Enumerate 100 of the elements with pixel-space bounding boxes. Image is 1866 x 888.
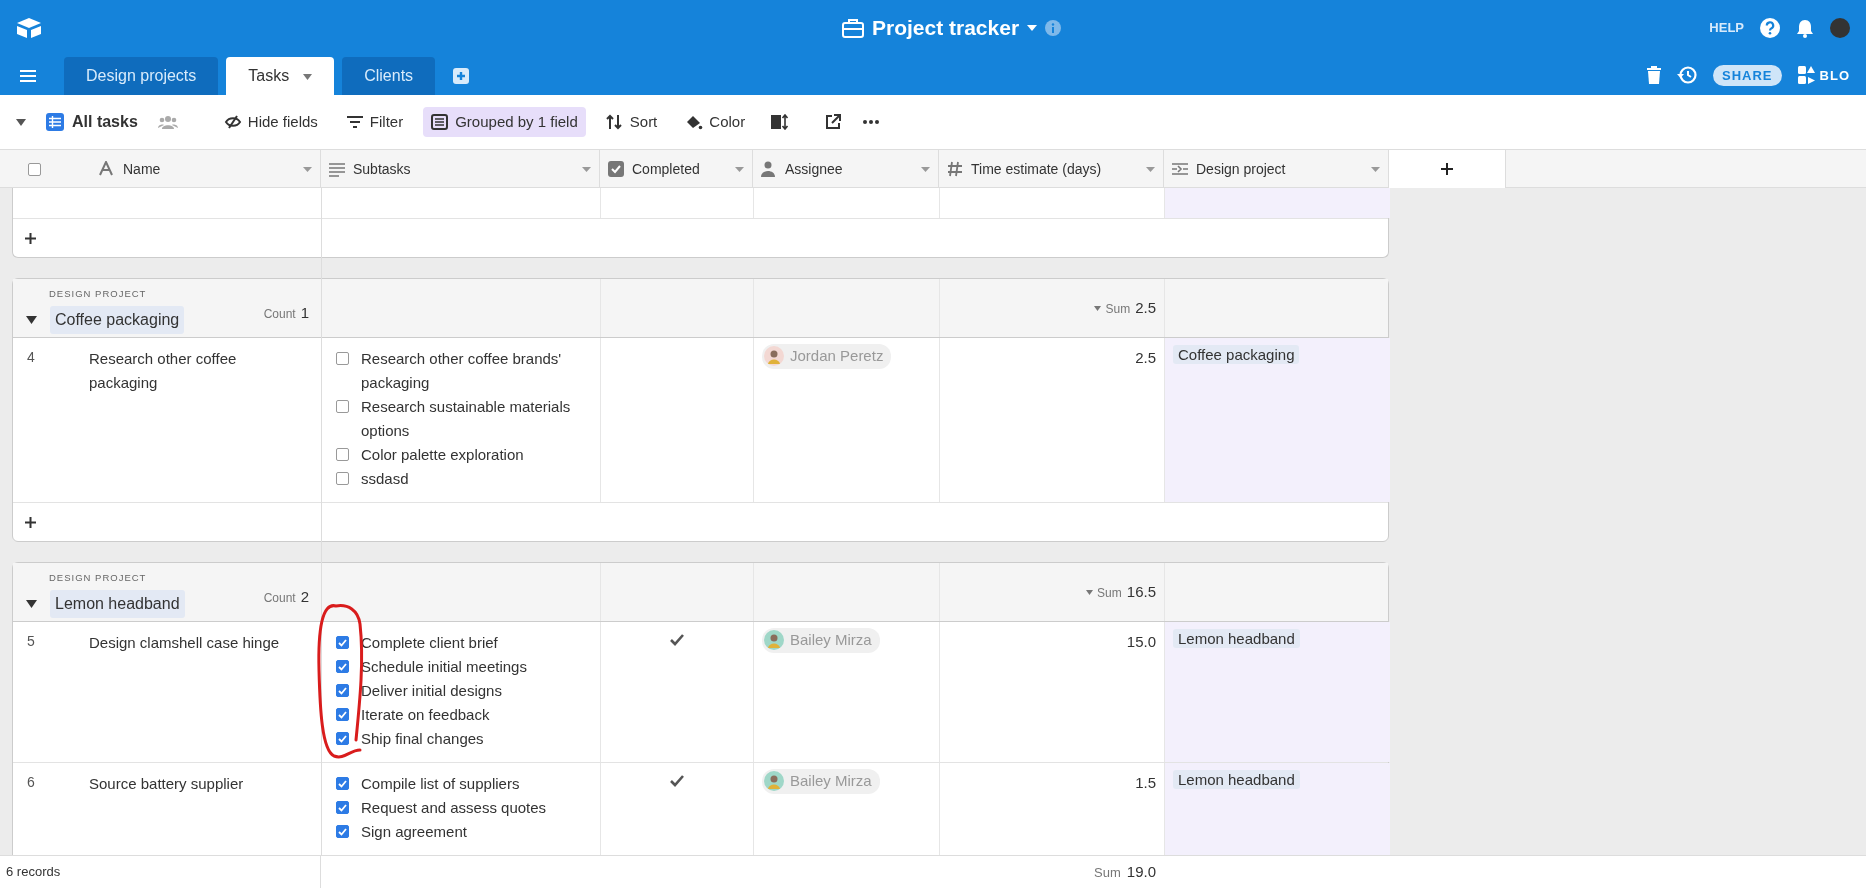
- group-name: Lemon headband: [50, 590, 185, 619]
- briefcase-icon: [842, 17, 864, 38]
- group-field-label: DESIGN PROJECT: [48, 571, 148, 585]
- subtask-text: Research sustainable materials options: [361, 397, 572, 441]
- subtask-text: Compile list of suppliers: [361, 774, 520, 794]
- estimate-value: 1.5: [1135, 774, 1156, 791]
- number-icon: [947, 161, 963, 177]
- total-sum: Sum 19.0: [1094, 864, 1156, 880]
- caret-icon[interactable]: [1027, 24, 1038, 31]
- toolbar-button[interactable]: Color: [677, 107, 754, 137]
- assignee-chip: Bailey Mirza: [762, 628, 880, 653]
- subtask-checkbox[interactable]: [336, 448, 349, 461]
- subtask-checkbox[interactable]: [336, 801, 349, 814]
- toolbar-button[interactable]: Grouped by 1 field: [423, 107, 586, 137]
- caret-icon: [1371, 166, 1380, 172]
- group-sum: Sum 2.5: [1105, 297, 1156, 318]
- subtask-checkbox[interactable]: [336, 636, 349, 649]
- caret-icon[interactable]: [1086, 589, 1094, 595]
- row-number: 5: [27, 632, 36, 651]
- subtask-text: Research other coffee brands' packaging: [361, 349, 563, 393]
- collapse-caret-icon[interactable]: [26, 600, 37, 609]
- caret-icon: [303, 166, 312, 172]
- people-icon[interactable]: [157, 115, 178, 129]
- row-number: 4: [27, 348, 36, 367]
- history-icon[interactable]: [1677, 65, 1698, 86]
- avatar-icon: [764, 771, 784, 792]
- more-icon[interactable]: [863, 120, 880, 124]
- link-field-icon: [1172, 161, 1188, 177]
- group-count: Count 1: [263, 303, 309, 323]
- subtask-checkbox[interactable]: [336, 684, 349, 697]
- subtask-checkbox[interactable]: [336, 400, 349, 413]
- subtask-text: Iterate on feedback: [361, 705, 490, 725]
- trash-icon[interactable]: [1647, 66, 1662, 85]
- subtask-checkbox[interactable]: [336, 708, 349, 721]
- project-tag: Lemon headband: [1173, 629, 1300, 648]
- caret-icon: [921, 166, 930, 172]
- subtask-checkbox[interactable]: [336, 352, 349, 365]
- row-number: 6: [27, 773, 36, 792]
- logo-icon[interactable]: [16, 16, 42, 39]
- caret-icon: [303, 73, 313, 80]
- blocks-button[interactable]: BLO: [1819, 65, 1850, 85]
- task-name: Source battery supplier: [89, 774, 245, 794]
- table-tab[interactable]: Tasks: [226, 57, 335, 95]
- view-name[interactable]: All tasks: [72, 110, 138, 134]
- estimate-value: 2.5: [1135, 349, 1156, 366]
- text-field-icon: [99, 161, 115, 177]
- group-icon: [431, 114, 450, 130]
- eye-slash-icon: [223, 114, 242, 130]
- group-name: Coffee packaging: [50, 306, 185, 335]
- long-text-icon: [329, 161, 345, 177]
- table-tab[interactable]: Clients: [342, 57, 436, 95]
- help-icon[interactable]: [1760, 17, 1780, 38]
- avatar-icon: [764, 630, 784, 651]
- subtask-checkbox[interactable]: [336, 472, 349, 485]
- caret-icon: [1146, 166, 1155, 172]
- toolbar-button[interactable]: Sort: [597, 107, 666, 137]
- paint-bucket-icon: [685, 114, 704, 130]
- sort-icon: [605, 114, 624, 130]
- record-count: 6 records: [6, 863, 61, 882]
- project-tag: Coffee packaging: [1173, 345, 1300, 364]
- person-icon: [761, 161, 777, 177]
- bell-icon[interactable]: [1796, 17, 1814, 38]
- estimate-value: 15.0: [1126, 633, 1156, 650]
- subtask-checkbox[interactable]: [336, 732, 349, 745]
- add-table-icon[interactable]: [453, 68, 470, 84]
- caret-icon: [582, 166, 591, 172]
- project-tag: Lemon headband: [1173, 770, 1300, 789]
- task-name: Research other coffee packaging: [89, 349, 238, 393]
- subtask-checkbox[interactable]: [336, 825, 349, 838]
- collapse-caret-icon[interactable]: [26, 316, 37, 325]
- subtask-text: ssdasd: [361, 469, 409, 489]
- subtask-checkbox[interactable]: [336, 660, 349, 673]
- filter-icon: [345, 114, 364, 130]
- subtask-text: Ship final changes: [361, 729, 484, 749]
- avatar-icon[interactable]: [1830, 17, 1850, 38]
- table-tab[interactable]: Design projects: [64, 57, 219, 95]
- subtask-text: Sign agreement: [361, 822, 467, 842]
- add-column-icon[interactable]: [1441, 163, 1453, 175]
- blocks-icon: [1797, 66, 1816, 85]
- row-height-icon[interactable]: [771, 114, 790, 130]
- assignee-chip: Jordan Peretz: [762, 344, 892, 369]
- toolbar-button[interactable]: Hide fields: [215, 107, 326, 137]
- subtask-text: Request and assess quotes: [361, 798, 547, 818]
- caret-icon[interactable]: [1094, 305, 1102, 311]
- checkbox-field-icon: [608, 161, 624, 177]
- add-row-icon[interactable]: [25, 516, 36, 528]
- select-all-checkbox[interactable]: [28, 162, 41, 176]
- share-view-icon[interactable]: [825, 114, 842, 130]
- group-sum: Sum 16.5: [1097, 581, 1156, 602]
- grid-view-icon: [46, 113, 64, 131]
- group-field-label: DESIGN PROJECT: [48, 287, 148, 301]
- add-row-icon[interactable]: [25, 232, 36, 244]
- toolbar-button[interactable]: Filter: [337, 107, 412, 137]
- subtask-checkbox[interactable]: [336, 777, 349, 790]
- task-name: Design clamshell case hinge: [89, 633, 281, 653]
- menu-icon[interactable]: [20, 69, 36, 83]
- group-count: Count 2: [263, 587, 309, 607]
- caret-icon: [735, 166, 744, 172]
- subtask-text: Deliver initial designs: [361, 681, 502, 701]
- collapse-caret-icon[interactable]: [16, 118, 26, 126]
